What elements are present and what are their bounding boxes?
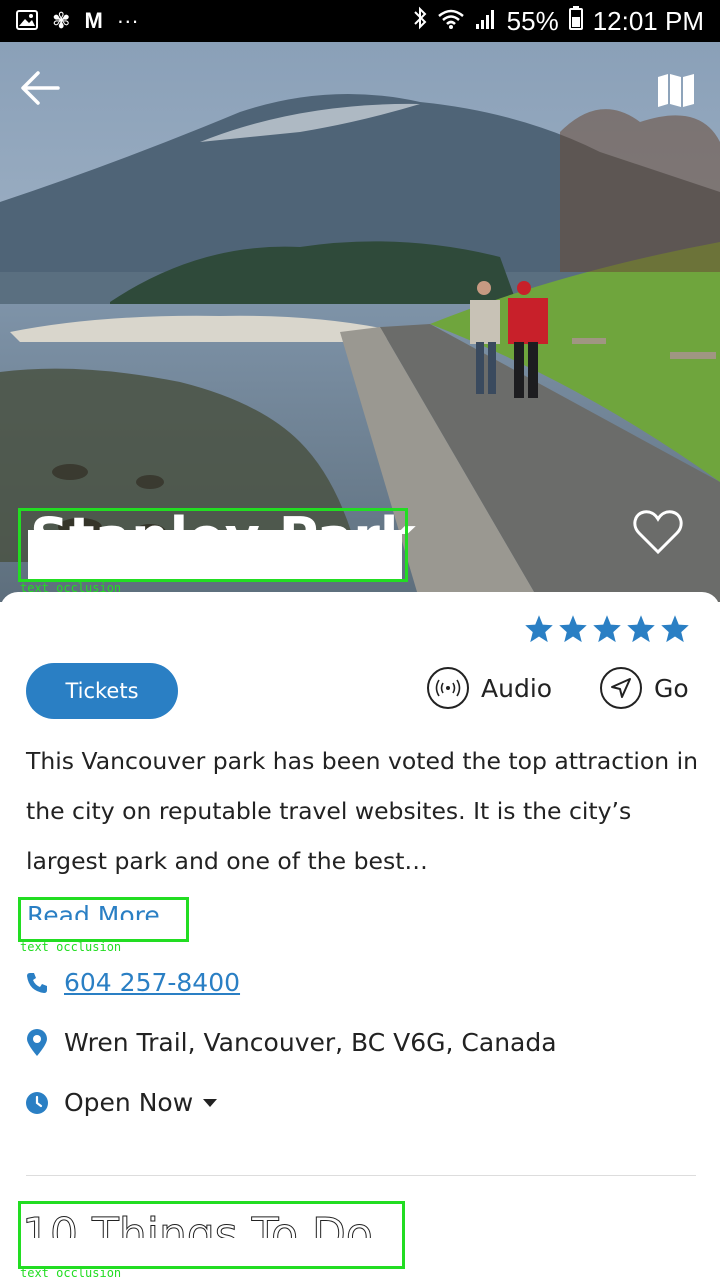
star-icon bbox=[525, 615, 553, 643]
star-icon bbox=[593, 615, 621, 643]
rating-stars bbox=[524, 614, 690, 644]
go-button[interactable]: Go bbox=[600, 667, 689, 709]
chevron-down-icon bbox=[203, 1098, 218, 1107]
hours-row: Open Now bbox=[24, 1088, 218, 1117]
arrow-left-icon bbox=[21, 71, 60, 105]
address-text: Wren Trail, Vancouver, BC V6G, Canada bbox=[64, 1028, 557, 1057]
clock-icon bbox=[24, 1090, 50, 1116]
favorite-button[interactable] bbox=[632, 508, 690, 564]
status-bar-right: 55% 12:01 PM bbox=[413, 5, 704, 37]
map-button[interactable] bbox=[656, 72, 698, 112]
address-row: Wren Trail, Vancouver, BC V6G, Canada bbox=[24, 1028, 557, 1057]
map-icon bbox=[658, 74, 694, 107]
phone-row: 604 257-8400 bbox=[24, 968, 240, 997]
read-more-occlusion-label: text occlusion bbox=[20, 940, 122, 954]
gmail-icon: M bbox=[84, 8, 103, 33]
section-title-occlusion-box bbox=[18, 1201, 405, 1269]
status-bar: ✾ M ··· 55% 12:01 PM bbox=[0, 0, 720, 42]
star-icon bbox=[627, 615, 655, 643]
more-dots-icon: ··· bbox=[116, 8, 139, 33]
battery-icon bbox=[568, 5, 583, 37]
phone-link[interactable]: 604 257-8400 bbox=[64, 968, 240, 997]
section-divider bbox=[26, 1175, 696, 1176]
audio-broadcast-icon bbox=[427, 667, 469, 709]
location-pin-icon bbox=[24, 1028, 50, 1056]
status-bar-left: ✾ M ··· bbox=[16, 6, 139, 37]
navigation-arrow-icon bbox=[600, 667, 642, 709]
tickets-button[interactable]: Tickets bbox=[26, 663, 178, 719]
section-occlusion-label: text occlusion bbox=[20, 1266, 122, 1280]
description-text: This Vancouver park has been voted the t… bbox=[26, 747, 699, 875]
go-label: Go bbox=[654, 673, 689, 703]
battery-percent: 55% bbox=[506, 5, 559, 36]
phone-icon bbox=[24, 970, 50, 996]
hours-status: Open Now bbox=[64, 1088, 194, 1117]
star-icon bbox=[661, 615, 689, 643]
star-icon bbox=[559, 615, 587, 643]
pinwheel-icon: ✾ bbox=[52, 8, 71, 33]
audio-label: Audio bbox=[481, 673, 553, 703]
image-icon bbox=[16, 6, 38, 37]
heart-icon bbox=[633, 510, 683, 555]
title-occlusion-box bbox=[18, 508, 408, 582]
hours-dropdown[interactable]: Open Now bbox=[64, 1088, 218, 1117]
wifi-icon bbox=[437, 6, 465, 37]
signal-icon bbox=[475, 6, 497, 37]
audio-button[interactable]: Audio bbox=[427, 667, 552, 709]
title-occlusion-label: text occlusion bbox=[20, 581, 122, 595]
read-more-occlusion-box bbox=[18, 897, 189, 942]
clock-time: 12:01 PM bbox=[592, 5, 704, 36]
bluetooth-icon bbox=[413, 6, 427, 37]
back-button[interactable] bbox=[20, 70, 70, 114]
